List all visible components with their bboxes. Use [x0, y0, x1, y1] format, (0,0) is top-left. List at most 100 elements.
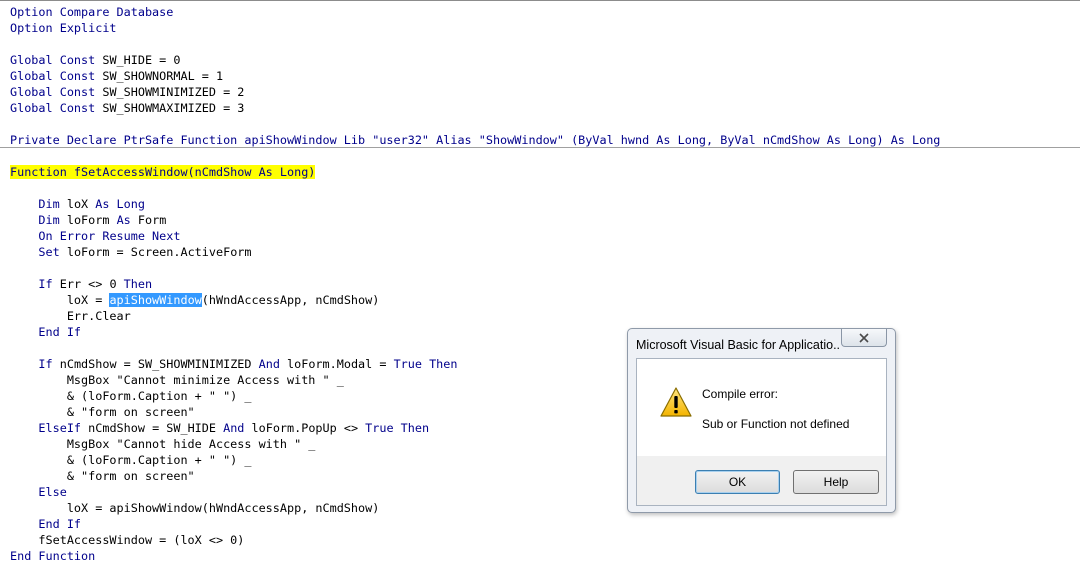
code-token: And: [258, 357, 280, 371]
code-token: As Long: [95, 197, 145, 211]
code-token: And: [223, 421, 245, 435]
code-token: Global Const: [10, 69, 96, 83]
message-detail: Sub or Function not defined: [702, 417, 850, 431]
highlighted-line-text: Function fSetAccessWindow(nCmdShow As Lo…: [10, 165, 316, 179]
code-editor[interactable]: Option Compare Database Option Explicit Gl…: [0, 0, 1080, 574]
code-token: loX =: [10, 293, 110, 307]
dialog-close-button[interactable]: [841, 329, 887, 347]
code-token: fSetAccessWindow = (loX <> 0): [10, 533, 245, 547]
code-token: SW_SHOWNORMAL = 1: [95, 69, 224, 83]
procedure-separator: [0, 147, 1080, 148]
message-heading: Compile error:: [702, 387, 779, 401]
code-token: (hWndAccessApp, nCmdShow): [201, 293, 380, 307]
code-line[interactable]: Global Const SW_SHOWMINIMIZED = 2: [10, 84, 244, 100]
code-token: True Then: [365, 421, 430, 435]
dialog-message-area: Compile error: Sub or Function not defin…: [637, 359, 886, 456]
code-line[interactable]: fSetAccessWindow = (loX <> 0): [10, 532, 244, 548]
code-token: End If: [38, 517, 82, 531]
code-line[interactable]: Function fSetAccessWindow(nCmdShow As Lo…: [10, 164, 316, 180]
code-line[interactable]: If nCmdShow = SW_SHOWMINIMIZED And loFor…: [10, 356, 457, 372]
warning-icon: [660, 387, 692, 417]
code-token: loX = apiShowWindow(hWndAccessApp, nCmdS…: [10, 501, 380, 515]
code-token: & "form on screen": [10, 405, 195, 419]
code-token: loForm = Screen.ActiveForm: [59, 245, 252, 259]
code-token: Option Explicit: [10, 21, 117, 35]
code-token: & (loForm.Caption + " ") _: [10, 389, 252, 403]
code-line[interactable]: Global Const SW_SHOWNORMAL = 1: [10, 68, 223, 84]
code-token: Private Declare PtrSafe Function apiShow…: [10, 133, 941, 147]
code-token: Then: [123, 277, 153, 291]
selected-text: apiShowWindow: [109, 293, 202, 307]
code-token: True Then: [393, 357, 458, 371]
code-line[interactable]: loX = apiShowWindow(hWndAccessApp, nCmdS…: [10, 292, 379, 308]
code-line[interactable]: End If: [10, 324, 81, 340]
code-line[interactable]: If Err <> 0 Then: [10, 276, 152, 292]
code-line[interactable]: Option Compare Database: [10, 4, 173, 20]
code-token: Global Const: [10, 53, 96, 67]
code-line[interactable]: loX = apiShowWindow(hWndAccessApp, nCmdS…: [10, 500, 380, 516]
code-token: If: [38, 357, 53, 371]
code-line[interactable]: MsgBox "Cannot minimize Access with " _: [10, 372, 344, 388]
code-token: Global Const: [10, 85, 96, 99]
code-line[interactable]: Global Const SW_SHOWMAXIMIZED = 3: [10, 100, 244, 116]
code-token: SW_HIDE = 0: [95, 53, 181, 67]
code-line[interactable]: End If: [10, 516, 81, 532]
code-line[interactable]: Err.Clear: [10, 308, 131, 324]
ok-button[interactable]: OK: [695, 470, 780, 494]
code-line[interactable]: Global Const SW_HIDE = 0: [10, 52, 180, 68]
code-line[interactable]: & "form on screen": [10, 468, 195, 484]
dialog-content: Compile error: Sub or Function not defin…: [636, 358, 887, 506]
code-token: As: [116, 213, 131, 227]
code-line[interactable]: Dim loX As Long: [10, 196, 145, 212]
code-token: MsgBox "Cannot minimize Access with " _: [10, 373, 344, 387]
code-line[interactable]: MsgBox "Cannot hide Access with " _: [10, 436, 316, 452]
code-line[interactable]: End Function: [10, 548, 95, 564]
code-token: ElseIf: [38, 421, 82, 435]
code-token: & (loForm.Caption + " ") _: [10, 453, 252, 467]
code-token: Form: [130, 213, 167, 227]
code-token: End If: [38, 325, 82, 339]
code-token: nCmdShow = SW_HIDE: [81, 421, 224, 435]
code-token: Err.Clear: [10, 309, 131, 323]
code-token: Set: [38, 245, 60, 259]
code-token: Err <> 0: [52, 277, 124, 291]
compile-error-dialog: Microsoft Visual Basic for Applicatio...…: [627, 328, 896, 513]
dialog-title: Microsoft Visual Basic for Applicatio...: [636, 338, 841, 352]
code-token: On Error Resume Next: [38, 229, 181, 243]
code-token: End Function: [10, 549, 96, 563]
code-token: If: [38, 277, 53, 291]
code-token: Global Const: [10, 101, 96, 115]
code-line[interactable]: ElseIf nCmdShow = SW_HIDE And loForm.Pop…: [10, 420, 429, 436]
code-token: loForm.PopUp <>: [244, 421, 366, 435]
code-line[interactable]: Option Explicit: [10, 20, 117, 36]
code-token: Else: [38, 485, 67, 499]
code-line[interactable]: & "form on screen": [10, 404, 195, 420]
code-line[interactable]: On Error Resume Next: [10, 228, 180, 244]
code-line[interactable]: Private Declare PtrSafe Function apiShow…: [10, 132, 940, 148]
code-token: Option Compare Database: [10, 5, 174, 19]
code-token: & "form on screen": [10, 469, 195, 483]
code-line[interactable]: Set loForm = Screen.ActiveForm: [10, 244, 252, 260]
code-token: SW_SHOWMINIMIZED = 2: [95, 85, 245, 99]
code-token: loX: [59, 197, 96, 211]
code-token: MsgBox "Cannot hide Access with " _: [10, 437, 316, 451]
code-token: SW_SHOWMAXIMIZED = 3: [95, 101, 245, 115]
code-line[interactable]: & (loForm.Caption + " ") _: [10, 388, 252, 404]
code-token: Dim: [38, 213, 60, 227]
code-line[interactable]: Else: [10, 484, 67, 500]
code-line[interactable]: Dim loForm As Form: [10, 212, 166, 228]
code-line[interactable]: & (loForm.Caption + " ") _: [10, 452, 252, 468]
help-button[interactable]: Help: [793, 470, 879, 494]
code-token: loForm.Modal =: [279, 357, 394, 371]
code-token: nCmdShow = SW_SHOWMINIMIZED: [52, 357, 259, 371]
